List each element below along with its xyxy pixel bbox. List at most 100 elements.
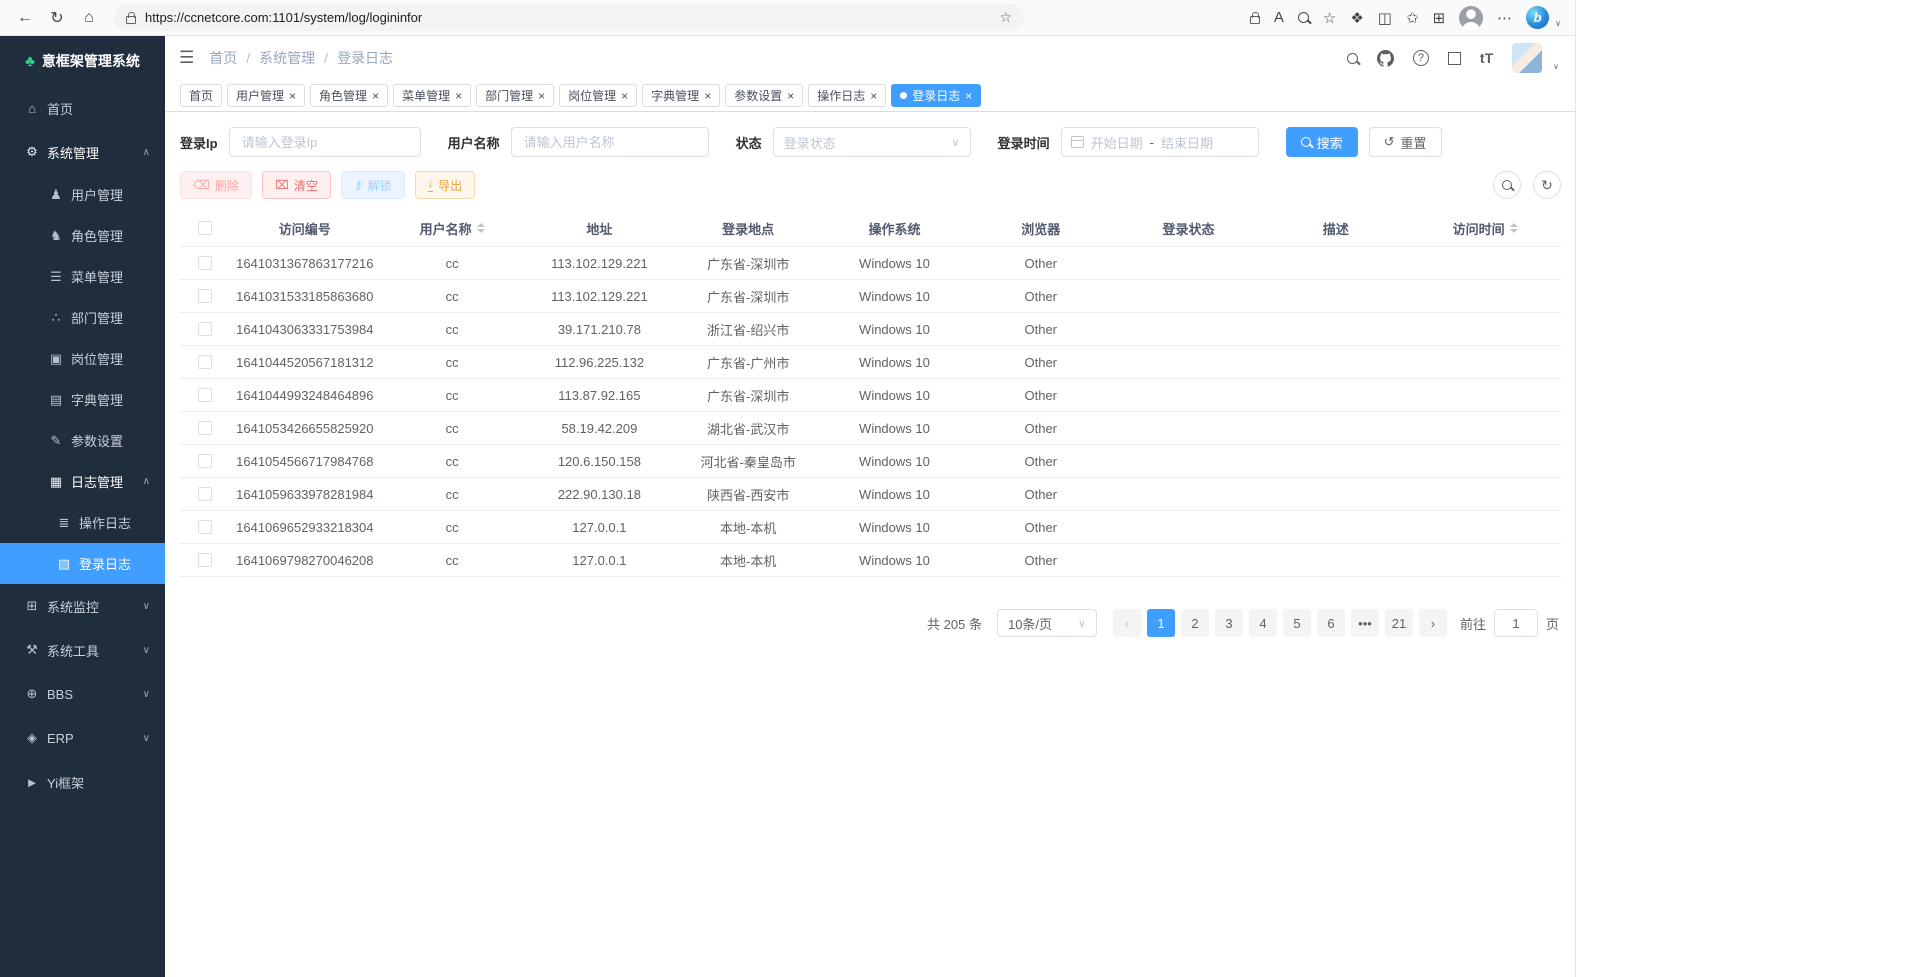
tab[interactable]: 参数设置 × — [725, 84, 803, 107]
unlock-button[interactable]: ⚷ 解锁 — [341, 171, 405, 199]
sidebar-item[interactable]: ◈ ERP ∨ — [0, 716, 165, 760]
page-button[interactable]: ••• — [1351, 609, 1379, 637]
copilot-icon[interactable]: b — [1526, 6, 1549, 29]
tab[interactable]: 部门管理 × — [476, 84, 554, 107]
sidebar-item[interactable]: ▣ 岗位管理 — [0, 338, 165, 379]
page-button[interactable]: 21 — [1385, 609, 1413, 637]
toggle-search-button[interactable] — [1493, 171, 1521, 199]
add-favorite-star-icon[interactable]: ☆ — [999, 9, 1012, 26]
status-select[interactable]: 登录状态 ∨ — [773, 127, 971, 157]
page-button[interactable]: 4 — [1249, 609, 1277, 637]
row-checkbox[interactable] — [198, 454, 212, 468]
sidebar-item[interactable]: ⚒ 系统工具 ∨ — [0, 628, 165, 672]
row-checkbox[interactable] — [198, 322, 212, 336]
date-range-picker[interactable]: 开始日期 - 结束日期 — [1061, 127, 1259, 157]
breadcrumb-item[interactable]: 系统管理 / — [259, 48, 328, 68]
reload-button[interactable]: ↻ — [42, 4, 72, 32]
sidebar-item[interactable]: ⚙ 系统管理 ∧ — [0, 130, 165, 174]
page-size-select[interactable]: 10条/页 ∨ — [997, 609, 1097, 637]
clear-button[interactable]: ⌧ 清空 — [262, 171, 331, 199]
tab[interactable]: 角色管理 × — [310, 84, 388, 107]
close-icon[interactable]: × — [538, 90, 545, 102]
page-button[interactable]: 2 — [1181, 609, 1209, 637]
page-button[interactable]: 5 — [1283, 609, 1311, 637]
collapse-menu-icon[interactable]: ☰ — [179, 48, 194, 68]
close-icon[interactable]: × — [372, 90, 379, 102]
close-icon[interactable]: × — [965, 90, 972, 102]
github-icon[interactable] — [1377, 50, 1394, 67]
row-checkbox[interactable] — [198, 421, 212, 435]
fullscreen-icon[interactable] — [1448, 52, 1461, 65]
row-checkbox[interactable] — [198, 388, 212, 402]
sidebar-item[interactable]: ▦ 日志管理 ∧ — [0, 461, 165, 502]
favorites-bar-icon[interactable]: ✩ — [1406, 9, 1419, 27]
close-icon[interactable]: × — [787, 90, 794, 102]
prev-page-button[interactable]: ‹ — [1113, 609, 1141, 637]
close-icon[interactable]: × — [621, 90, 628, 102]
breadcrumb-item[interactable]: 登录日志 / — [337, 48, 393, 68]
row-checkbox[interactable] — [198, 355, 212, 369]
settings-menu-icon[interactable]: ⋯ — [1497, 9, 1512, 27]
read-aloud-icon[interactable]: A — [1274, 9, 1284, 26]
collections-icon[interactable]: ⊞ — [1433, 9, 1446, 27]
sidebar-item[interactable]: ✎ 参数设置 — [0, 420, 165, 461]
sidebar-item[interactable]: ☰ 菜单管理 — [0, 256, 165, 297]
back-button[interactable]: ← — [10, 4, 40, 32]
home-button[interactable]: ⌂ — [74, 4, 104, 32]
row-checkbox[interactable] — [198, 553, 212, 567]
sidebar-item[interactable]: ▤ 字典管理 — [0, 379, 165, 420]
tab[interactable]: 岗位管理 × — [559, 84, 637, 107]
login-ip-input[interactable] — [229, 127, 421, 157]
sidebar-item[interactable]: ⊕ BBS ∨ — [0, 672, 165, 716]
password-key-icon[interactable] — [1250, 12, 1260, 24]
delete-button[interactable]: ⌫ 删除 — [180, 171, 252, 199]
page-button[interactable]: 3 — [1215, 609, 1243, 637]
split-screen-icon[interactable]: ◫ — [1378, 9, 1392, 27]
sidebar-item[interactable]: ≣ 操作日志 — [0, 502, 165, 543]
zoom-icon[interactable] — [1298, 12, 1309, 23]
favorites-icon[interactable]: ☆ — [1323, 9, 1336, 27]
tab[interactable]: 操作日志 × — [808, 84, 886, 107]
row-checkbox[interactable] — [198, 289, 212, 303]
tab[interactable]: 菜单管理 × — [393, 84, 471, 107]
breadcrumb-item[interactable]: 首页 / — [209, 48, 250, 68]
user-avatar[interactable] — [1512, 43, 1542, 73]
extensions-icon[interactable]: ❖ — [1350, 9, 1363, 27]
sort-carets-icon[interactable] — [1510, 219, 1518, 237]
avatar-caret-icon[interactable]: ∨ — [1553, 62, 1559, 73]
search-button[interactable]: 搜索 — [1286, 127, 1358, 157]
sidebar-item[interactable]: ♞ 角色管理 — [0, 215, 165, 256]
sidebar-item[interactable]: ⌂ 首页 — [0, 86, 165, 130]
sidebar-item[interactable]: ♟ 用户管理 — [0, 174, 165, 215]
tab[interactable]: 用户管理 × — [227, 84, 305, 107]
address-bar[interactable]: https://ccnetcore.com:1101/system/log/lo… — [114, 4, 1024, 31]
tab[interactable]: 字典管理 × — [642, 84, 720, 107]
font-size-icon[interactable]: tT — [1480, 50, 1493, 66]
row-checkbox[interactable] — [198, 256, 212, 270]
url-text[interactable]: https://ccnetcore.com:1101/system/log/lo… — [145, 10, 990, 25]
sort-carets-icon[interactable] — [477, 219, 485, 237]
close-icon[interactable]: × — [870, 90, 877, 102]
page-button[interactable]: 1 — [1147, 609, 1175, 637]
search-icon[interactable] — [1347, 53, 1358, 64]
export-button[interactable]: ↓ 导出 — [415, 171, 476, 199]
row-checkbox[interactable] — [198, 487, 212, 501]
tab[interactable]: 首页 — [180, 84, 222, 107]
goto-page-input[interactable] — [1494, 609, 1538, 637]
sidebar-item[interactable]: ⊞ 系统监控 ∨ — [0, 584, 165, 628]
select-all-checkbox[interactable] — [198, 221, 212, 235]
next-page-button[interactable]: › — [1419, 609, 1447, 637]
close-icon[interactable]: × — [289, 90, 296, 102]
sidebar-item[interactable]: ▧ 登录日志 — [0, 543, 165, 584]
copilot-caret-icon[interactable]: ∨ — [1555, 19, 1561, 30]
close-icon[interactable]: × — [455, 90, 462, 102]
sidebar-item[interactable]: ∴ 部门管理 — [0, 297, 165, 338]
site-info-lock-icon[interactable] — [126, 16, 136, 24]
reset-button[interactable]: ↺ 重置 — [1369, 127, 1442, 157]
row-checkbox[interactable] — [198, 520, 212, 534]
close-icon[interactable]: × — [704, 90, 711, 102]
help-icon[interactable]: ? — [1413, 50, 1429, 66]
refresh-table-button[interactable]: ↻ — [1533, 171, 1561, 199]
browser-profile-avatar[interactable] — [1459, 6, 1483, 30]
page-button[interactable]: 6 — [1317, 609, 1345, 637]
